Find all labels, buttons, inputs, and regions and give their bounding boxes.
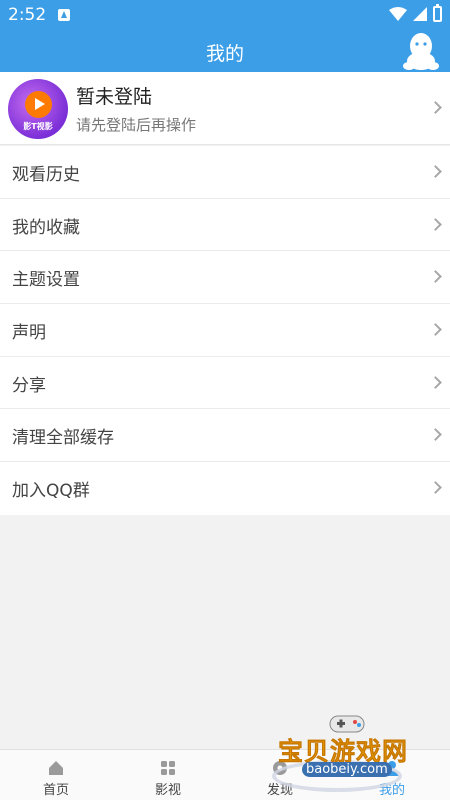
login-title: 暂未登陆: [76, 86, 153, 108]
status-time: 2:52: [8, 5, 47, 25]
tab-label: 我的: [378, 783, 405, 798]
menu-item-statement[interactable]: 声明: [0, 304, 450, 357]
wifi-icon: [389, 7, 407, 21]
logo-text: 影T视影: [23, 122, 53, 131]
discover-icon: [273, 761, 287, 775]
tab-label: 首页: [42, 783, 69, 798]
login-card[interactable]: 影T视影 暂未登陆 请先登陆后再操作: [0, 72, 450, 145]
app-logo: 影T视影: [8, 79, 68, 139]
chevron-right-icon: [429, 165, 442, 178]
menu-item-theme[interactable]: 主题设置: [0, 251, 450, 305]
notification-app-icon: [58, 9, 70, 21]
menu-item-share[interactable]: 分享: [0, 357, 450, 410]
chevron-right-icon: [429, 217, 442, 231]
menu-item-join-qq-group[interactable]: 加入QQ群: [0, 462, 450, 515]
menu-item-history[interactable]: 观看历史: [0, 146, 450, 199]
play-icon: [25, 91, 52, 118]
menu-item-label: 分享: [12, 375, 46, 396]
qq-avatar-icon[interactable]: [400, 30, 442, 72]
status-bar: 2:52: [0, 0, 450, 30]
chevron-right-icon: [429, 428, 442, 442]
menu-item-label: 加入QQ群: [12, 481, 90, 502]
menu-item-favorites[interactable]: 我的收藏: [0, 199, 450, 252]
battery-icon: [433, 4, 442, 22]
tab-discover[interactable]: 发现: [224, 750, 336, 800]
menu-item-clear-cache[interactable]: 清理全部缓存: [0, 409, 450, 463]
tab-profile[interactable]: 我的: [336, 750, 448, 800]
grid-icon: [161, 761, 175, 775]
tab-label: 发现: [266, 783, 293, 798]
chevron-right-icon: [429, 101, 442, 114]
chevron-right-icon: [429, 323, 442, 336]
cellular-signal-icon: [413, 7, 427, 21]
chevron-right-icon: [429, 481, 442, 494]
chevron-right-icon: [429, 375, 442, 389]
tab-videos[interactable]: 影视: [112, 750, 224, 800]
menu-item-label: 清理全部缓存: [12, 428, 114, 449]
chevron-right-icon: [429, 270, 442, 284]
home-icon: [49, 761, 63, 775]
gamepad-icon: [329, 715, 365, 733]
profile-icon: [385, 761, 399, 776]
bottom-tab-bar: 首页 影视 发现 我的: [0, 749, 450, 800]
tab-home[interactable]: 首页: [0, 750, 112, 800]
menu-item-label: 主题设置: [12, 270, 80, 291]
tab-label: 影视: [154, 783, 181, 798]
menu-item-label: 观看历史: [12, 165, 80, 185]
login-subtitle: 请先登陆后再操作: [76, 116, 197, 134]
settings-menu: 观看历史 我的收藏 主题设置 声明 分享 清理全部缓存 加入QQ群: [0, 146, 450, 515]
menu-item-label: 声明: [12, 323, 46, 344]
app-header: 2:52 我的: [0, 0, 450, 72]
menu-item-label: 我的收藏: [12, 217, 80, 238]
page-title: 我的: [205, 43, 244, 65]
system-icons: [389, 4, 442, 22]
